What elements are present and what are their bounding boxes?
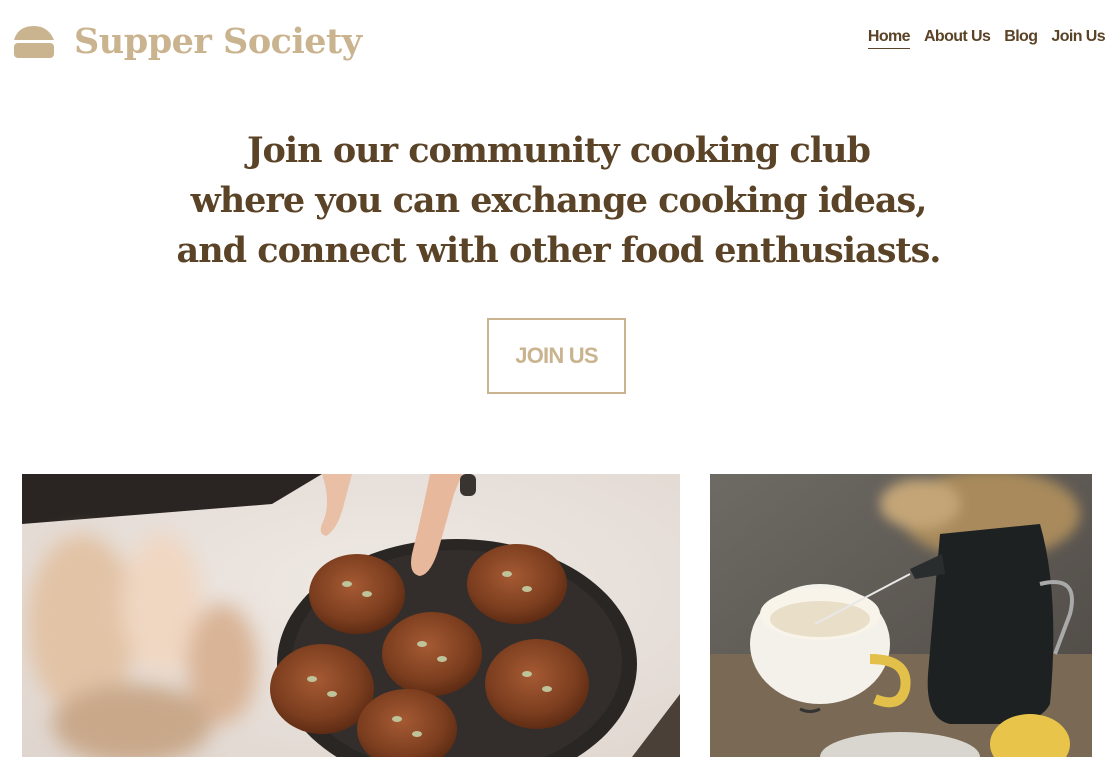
- hero-heading: Join our community cooking club where yo…: [0, 126, 1117, 276]
- nav-link-join-us[interactable]: Join Us: [1051, 28, 1105, 49]
- nav-link-about-us[interactable]: About Us: [924, 28, 991, 49]
- cake-slice-icon: [14, 26, 54, 58]
- hero-section: Join our community cooking club where yo…: [0, 126, 1117, 276]
- nav-link-blog[interactable]: Blog: [1004, 28, 1038, 49]
- tea-pouring-photo: [710, 474, 1092, 757]
- muffins-photo: [22, 474, 680, 757]
- hero-line-3: and connect with other food enthusiasts.: [176, 230, 942, 271]
- hero-line-2: where you can exchange cooking ideas,: [190, 180, 928, 221]
- main-nav: Home About Us Blog Join Us: [854, 28, 1106, 49]
- join-us-button[interactable]: JOIN US: [487, 318, 626, 394]
- site-header: Supper Society Home About Us Blog Join U…: [0, 0, 1117, 90]
- nav-link-home[interactable]: Home: [867, 28, 911, 49]
- hero-line-1: Join our community cooking club: [246, 130, 871, 171]
- brand-name: Supper Society: [74, 21, 362, 62]
- brand-logo-link[interactable]: Supper Society: [12, 18, 362, 66]
